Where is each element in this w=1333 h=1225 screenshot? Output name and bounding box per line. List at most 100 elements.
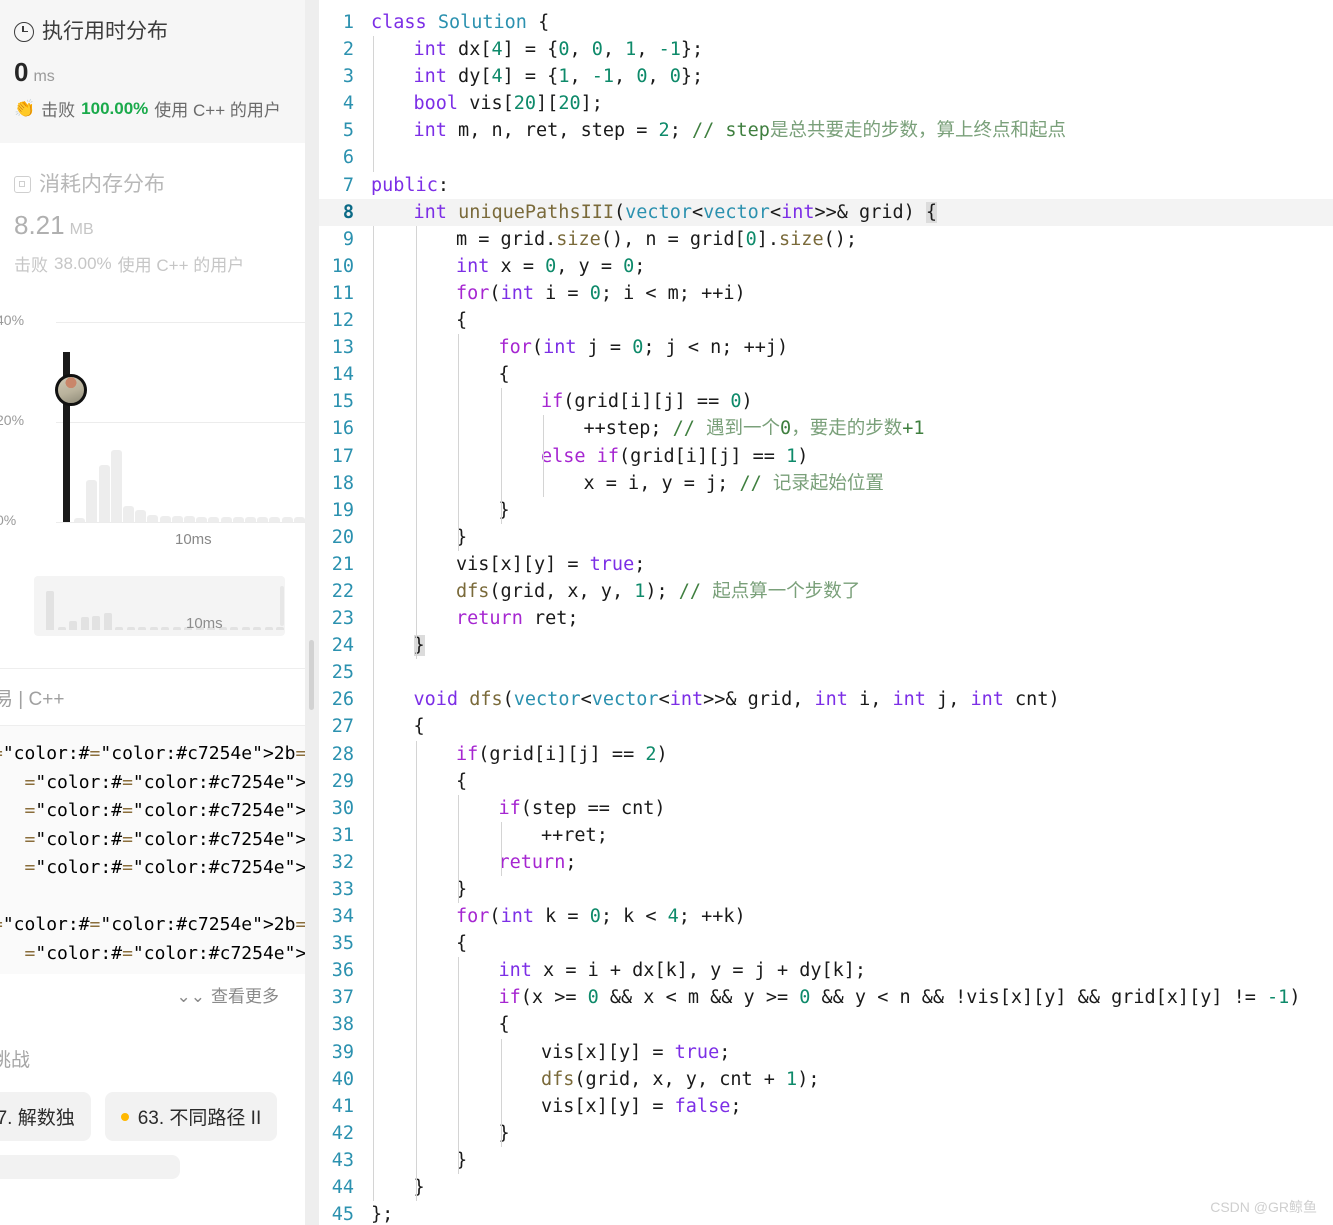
chart-bar[interactable] xyxy=(208,516,220,523)
code-token: 0 xyxy=(632,337,644,359)
code-line[interactable]: 29 { xyxy=(319,767,1333,795)
code-line-content: int uniquePathsIII(vector<vector<int>>& … xyxy=(371,199,938,226)
chart-bar[interactable] xyxy=(220,517,232,523)
code-line[interactable]: 12 { xyxy=(319,307,1333,335)
challenge-chip[interactable]: 63. 不同路径 II xyxy=(104,1092,278,1142)
code-line[interactable]: 14 { xyxy=(319,361,1333,389)
code-line[interactable]: 35 { xyxy=(319,930,1333,958)
code-line[interactable]: 27 { xyxy=(319,713,1333,741)
code-token: ] = { xyxy=(502,39,559,61)
chart-bar[interactable] xyxy=(74,518,86,523)
code-line[interactable]: 3 int dy[4] = {1, -1, 0, 0}; xyxy=(319,63,1333,91)
code-line[interactable]: 25 xyxy=(319,659,1333,687)
code-line[interactable]: 1 class Solution { xyxy=(319,9,1333,36)
code-line[interactable]: 26 void dfs(vector<vector<int>>& grid, in… xyxy=(319,686,1333,714)
chart-bar[interactable] xyxy=(293,517,305,523)
chart-bar[interactable] xyxy=(257,517,269,523)
minichart-bar[interactable] xyxy=(126,626,135,631)
code-token: vis[ xyxy=(458,93,514,115)
chart-bar[interactable] xyxy=(98,464,110,523)
code-line[interactable]: 4 bool vis[20][20]; xyxy=(319,90,1333,118)
code-line[interactable]: 13 for(int j = 0; j < n; ++j) xyxy=(319,334,1333,362)
code-editor[interactable]: 1 class Solution {2 int dx[4] = {0, 0, 1, … xyxy=(319,0,1333,1225)
code-line[interactable]: 19} xyxy=(319,496,1333,524)
code-line[interactable]: 8 int uniquePathsIII(vector<vector<int>>&… xyxy=(319,198,1333,226)
code-line[interactable]: 10 int x = 0, y = 0; xyxy=(319,252,1333,280)
code-line[interactable]: 6 xyxy=(319,144,1333,172)
code-line[interactable]: 36 int x = i + dx[k], y = j + dy[k]; xyxy=(319,957,1333,985)
minichart-bar[interactable] xyxy=(92,615,100,631)
minichart-bar[interactable] xyxy=(46,590,54,631)
chart-bar[interactable] xyxy=(135,510,147,523)
code-line[interactable]: 44} xyxy=(319,1174,1333,1202)
code-token: 起点算一个步数了 xyxy=(712,580,861,602)
code-line[interactable]: 43} xyxy=(319,1146,1333,1175)
minichart-bar[interactable] xyxy=(149,626,158,631)
user-avatar-marker[interactable] xyxy=(55,374,87,407)
code-line[interactable]: 15 if(grid[i][j] == 0) xyxy=(319,388,1333,416)
see-more-button[interactable]: ⌄⌄ 查看更多 xyxy=(0,974,305,1019)
challenge-chip-placeholder[interactable] xyxy=(0,1155,180,1180)
challenge-chip[interactable]: 37. 解数独 xyxy=(0,1092,91,1142)
minichart-bar[interactable] xyxy=(69,621,77,631)
code-line-content: { xyxy=(371,713,425,740)
code-line[interactable]: 40 dfs(grid, x, y, cnt + 1); xyxy=(319,1065,1333,1093)
code-line[interactable]: 41 vis[x][y] = false; xyxy=(319,1092,1333,1120)
chart-bar[interactable] xyxy=(269,517,281,523)
code-line[interactable]: 30 if(step == cnt) xyxy=(319,794,1333,822)
code-line[interactable]: 20} xyxy=(319,523,1333,551)
code-line[interactable]: 23 return ret; xyxy=(319,605,1333,633)
code-line[interactable]: 34 for(int k = 0; k < 4; ++k) xyxy=(319,903,1333,931)
chart-bar[interactable] xyxy=(86,479,98,523)
minichart-bar[interactable] xyxy=(115,626,123,631)
code-line[interactable]: 45}; xyxy=(319,1201,1333,1225)
panel-scrollbar[interactable] xyxy=(305,0,319,1225)
code-line[interactable]: 9m = grid.size(), n = grid[0].size(); xyxy=(319,225,1333,253)
chart-bar[interactable] xyxy=(196,516,208,523)
code-line[interactable]: 18 x = i, y = j; // 记录起始位置 xyxy=(319,469,1333,497)
code-line[interactable]: 2 int dx[4] = {0, 0, 1, -1}; xyxy=(319,36,1333,64)
chart-bar[interactable] xyxy=(110,449,122,523)
chart-bar[interactable] xyxy=(171,516,183,523)
code-line[interactable]: 16 ++step; // 遇到一个0，要走的步数+1 xyxy=(319,415,1333,443)
chart-bar[interactable] xyxy=(159,515,171,523)
minichart-bar[interactable] xyxy=(80,617,89,631)
minichart-bar[interactable] xyxy=(138,626,146,631)
code-line[interactable]: 22 dfs(grid, x, y, 1); // 起点算一个步数了 xyxy=(319,577,1333,606)
runtime-distribution-chart[interactable]: 0% 20% 40% 10ms xyxy=(0,300,305,561)
chart-bar[interactable] xyxy=(123,506,134,523)
chart-bar[interactable] xyxy=(281,517,293,523)
code-line[interactable]: 17 else if(grid[i][j] == 1) xyxy=(319,442,1333,470)
minichart-bar[interactable] xyxy=(253,626,261,631)
code-token: ; xyxy=(634,553,646,575)
minichart-bar[interactable] xyxy=(161,626,169,631)
minichart-bar[interactable] xyxy=(172,626,181,631)
code-line[interactable]: 37 if(x >= 0 && x < m && y >= 0 && y < n … xyxy=(319,984,1333,1012)
code-line[interactable]: 39 vis[x][y] = true; xyxy=(319,1038,1333,1066)
code-line[interactable]: 32 return; xyxy=(319,848,1333,876)
code-line[interactable]: 33} xyxy=(319,876,1333,904)
code-line[interactable]: 5 int m, n, ret, step = 2; // step是总共要走的步… xyxy=(319,117,1333,145)
code-line[interactable]: 11 for(int i = 0; i < m; ++i) xyxy=(319,279,1333,308)
minichart-bar[interactable] xyxy=(57,626,66,631)
minichart-bar[interactable] xyxy=(103,612,112,631)
chart-bar[interactable] xyxy=(184,516,195,523)
code-line[interactable]: 21 vis[x][y] = true; xyxy=(319,550,1333,578)
chart-bar[interactable] xyxy=(147,514,159,523)
code-line[interactable]: 31 ++ret; xyxy=(319,821,1333,849)
chart-bar[interactable] xyxy=(232,517,244,523)
minichart-bar[interactable] xyxy=(241,626,250,631)
minichart-bar[interactable] xyxy=(230,626,238,631)
code-line[interactable]: 42} xyxy=(319,1119,1333,1147)
code-line[interactable]: 28 if(grid[i][j] == 2) xyxy=(319,740,1333,768)
code-line[interactable]: 7 public: xyxy=(319,172,1333,199)
panel-scrollbar-thumb[interactable] xyxy=(309,640,314,710)
code-line[interactable]: 38 { xyxy=(319,1011,1333,1039)
minichart-bar[interactable] xyxy=(276,626,284,631)
code-token: 1 xyxy=(786,445,798,467)
memory-distribution-minichart[interactable]: 10ms xyxy=(34,576,285,637)
code-line[interactable]: 24} xyxy=(319,632,1333,660)
chart-bar[interactable] xyxy=(245,517,256,523)
code-editor-lines[interactable]: 1 class Solution {2 int dx[4] = {0, 0, 1, … xyxy=(319,0,1333,1225)
minichart-bar[interactable] xyxy=(264,626,273,631)
